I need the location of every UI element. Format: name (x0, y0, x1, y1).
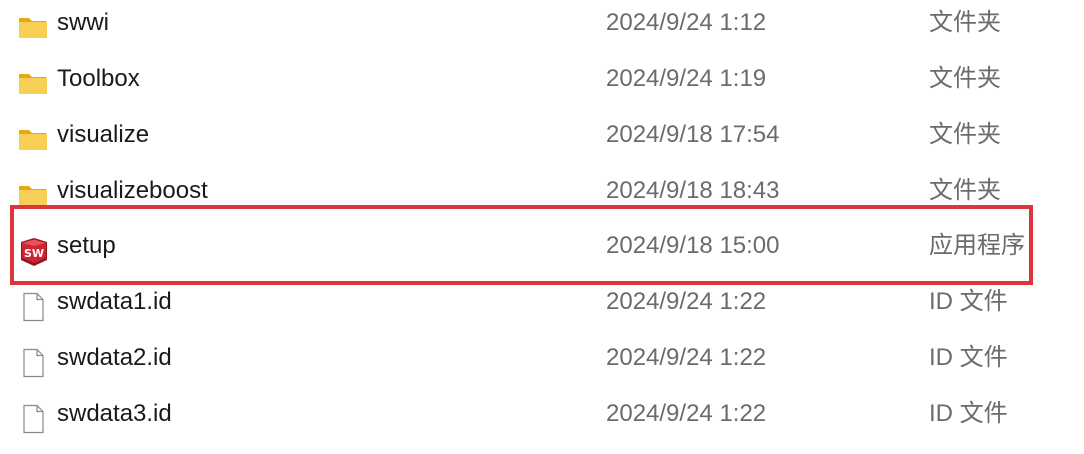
file-modified: 2024/9/24 1:19 (606, 65, 767, 92)
file-name: Toolbox (57, 65, 140, 92)
folder-icon (18, 69, 48, 99)
file-type: ID 文件 (929, 288, 1008, 315)
file-type: 文件夹 (929, 177, 1001, 204)
solidworks-app-icon: SW (18, 236, 48, 266)
file-name: setup (57, 232, 116, 259)
file-name: swwi (57, 9, 109, 36)
document-icon (18, 292, 48, 322)
file-row-visualize[interactable]: visualize 2024/9/18 17:54 文件夹 (0, 112, 1084, 168)
folder-icon (18, 181, 48, 211)
file-type: 文件夹 (929, 121, 1001, 148)
document-icon (18, 348, 48, 378)
folder-icon (18, 125, 48, 155)
file-row-swwi[interactable]: swwi 2024/9/24 1:12 文件夹 (0, 0, 1084, 56)
file-row-swdata2[interactable]: swdata2.id 2024/9/24 1:22 ID 文件 (0, 335, 1084, 391)
file-row-setup[interactable]: SW setup 2024/9/18 15:00 应用程序 (0, 223, 1084, 279)
file-modified: 2024/9/24 1:22 (606, 344, 767, 371)
file-row-swdata3[interactable]: swdata3.id 2024/9/24 1:22 ID 文件 (0, 391, 1084, 447)
svg-text:SW: SW (24, 247, 44, 260)
file-modified: 2024/9/18 18:43 (606, 177, 780, 204)
file-name: swdata1.id (57, 288, 172, 315)
file-type: 文件夹 (929, 9, 1001, 36)
file-modified: 2024/9/18 15:00 (606, 232, 780, 259)
file-modified: 2024/9/24 1:22 (606, 288, 767, 315)
file-modified: 2024/9/24 1:12 (606, 9, 767, 36)
file-row-swdata1[interactable]: swdata1.id 2024/9/24 1:22 ID 文件 (0, 279, 1084, 335)
folder-icon (18, 13, 48, 43)
file-row-visualizeboost[interactable]: visualizeboost 2024/9/18 18:43 文件夹 (0, 168, 1084, 224)
document-icon (18, 404, 48, 434)
file-name: visualizeboost (57, 177, 208, 204)
file-type: 文件夹 (929, 65, 1001, 92)
file-name: swdata2.id (57, 344, 172, 371)
file-list: swwi 2024/9/24 1:12 文件夹 Toolbox 2024/9/2… (0, 0, 1084, 454)
file-row-toolbox[interactable]: Toolbox 2024/9/24 1:19 文件夹 (0, 56, 1084, 112)
file-modified: 2024/9/18 17:54 (606, 121, 780, 148)
file-type: ID 文件 (929, 344, 1008, 371)
file-name: swdata3.id (57, 400, 172, 427)
file-modified: 2024/9/24 1:22 (606, 400, 767, 427)
file-name: visualize (57, 121, 150, 148)
file-type: ID 文件 (929, 400, 1008, 427)
file-type: 应用程序 (929, 232, 1025, 259)
